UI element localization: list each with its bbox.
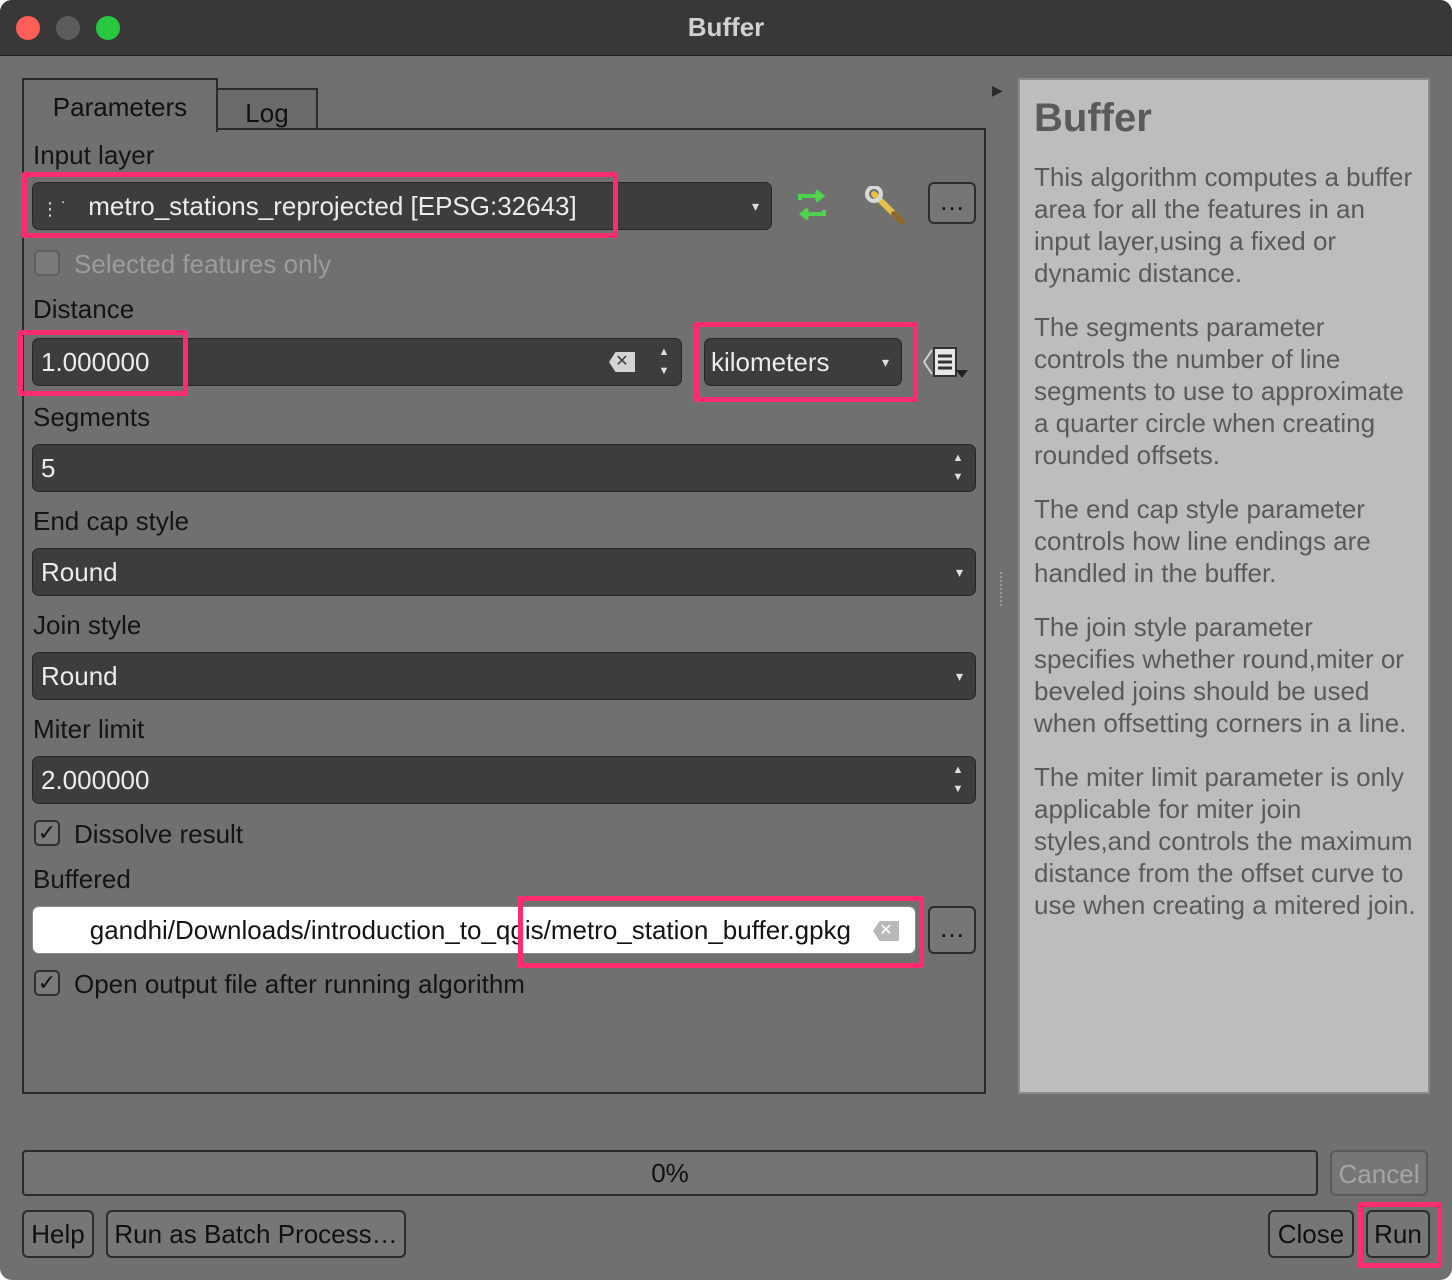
buffered-label: Buffered xyxy=(33,864,131,894)
cancel-button[interactable]: Cancel xyxy=(1330,1150,1428,1196)
help-paragraph: The join style parameter specifies wheth… xyxy=(1034,612,1407,738)
selected-features-checkbox[interactable] xyxy=(34,250,60,276)
distance-input[interactable]: 1.000000 ✕ ▲ ▼ xyxy=(32,338,682,386)
distance-value: 1.000000 xyxy=(41,347,150,377)
window-title: Buffer xyxy=(687,12,765,42)
title-bar: Buffer xyxy=(0,0,1452,56)
input-layer-value: metro_stations_reprojected [EPSG:32643] xyxy=(88,191,577,221)
chevron-down-icon: ▾ xyxy=(955,668,963,684)
join-style-select[interactable]: Round ▾ xyxy=(32,652,976,700)
end-cap-style-select[interactable]: Round ▾ xyxy=(32,548,976,596)
segments-spinner[interactable]: ▲ ▼ xyxy=(951,449,965,487)
help-button[interactable]: Help xyxy=(22,1210,94,1258)
distance-unit-select[interactable]: kilometers ▾ xyxy=(704,338,902,386)
close-button[interactable]: Close xyxy=(1268,1210,1354,1258)
progress-bar: 0% xyxy=(22,1150,1318,1196)
iterate-icon[interactable] xyxy=(792,188,832,224)
segments-value: 5 xyxy=(41,453,56,483)
progress-text: 0% xyxy=(651,1158,689,1188)
input-layer-label: Input layer xyxy=(33,140,155,170)
help-title: Buffer xyxy=(1034,96,1152,140)
segments-input[interactable]: 5 ▲ ▼ xyxy=(32,444,976,492)
miter-limit-value: 2.000000 xyxy=(41,765,150,795)
distance-spinner[interactable]: ▲ ▼ xyxy=(657,343,671,381)
clear-icon[interactable]: ✕ xyxy=(873,921,899,941)
join-style-value: Round xyxy=(41,661,118,691)
miter-limit-spinner[interactable]: ▲ ▼ xyxy=(951,761,965,799)
join-style-label: Join style xyxy=(33,610,142,640)
distance-unit-value: kilometers xyxy=(711,347,830,377)
help-paragraph: This algorithm computes a buffer area fo… xyxy=(1034,162,1413,288)
help-paragraph: The miter limit parameter is only applic… xyxy=(1034,762,1416,920)
miter-limit-input[interactable]: 2.000000 ▲ ▼ xyxy=(32,756,976,804)
open-output-label: Open output file after running algorithm xyxy=(74,969,525,999)
selected-features-label: Selected features only xyxy=(74,249,332,279)
help-paragraph: The segments parameter controls the numb… xyxy=(1034,312,1404,470)
end-cap-style-label: End cap style xyxy=(33,506,190,536)
data-defined-override-icon[interactable] xyxy=(922,346,972,382)
dissolve-label: Dissolve result xyxy=(74,819,244,849)
open-output-checkbox[interactable]: ✓ xyxy=(34,970,60,996)
chevron-down-icon: ▾ xyxy=(955,564,963,580)
run-button[interactable]: Run xyxy=(1366,1210,1430,1258)
input-layer-more-button[interactable]: … xyxy=(928,182,976,224)
end-cap-style-value: Round xyxy=(41,557,118,587)
buffer-dialog: Buffer Parameters Log ▶ Input layer ⋮˙ m… xyxy=(0,0,1452,1280)
clear-icon[interactable]: ✕ xyxy=(609,352,635,372)
wrench-icon[interactable] xyxy=(864,185,908,226)
input-layer-select[interactable]: ⋮˙ metro_stations_reprojected [EPSG:3264… xyxy=(32,182,772,230)
dissolve-checkbox[interactable]: ✓ xyxy=(34,820,60,846)
help-paragraph: The end cap style parameter controls how… xyxy=(1034,494,1371,588)
help-panel: Buffer This algorithm computes a buffer … xyxy=(1018,78,1430,1094)
point-layer-icon: ⋮˙ xyxy=(41,199,69,219)
chevron-down-icon: ▾ xyxy=(881,354,889,370)
run-as-batch-button[interactable]: Run as Batch Process… xyxy=(106,1210,406,1258)
buffered-browse-button[interactable]: … xyxy=(928,906,976,954)
splitter-handle[interactable] xyxy=(1000,572,1006,606)
tab-log[interactable]: Log xyxy=(216,88,318,132)
tab-parameters[interactable]: Parameters xyxy=(22,78,218,132)
distance-label: Distance xyxy=(33,294,135,324)
collapse-help-icon[interactable]: ▶ xyxy=(992,82,1003,99)
buffered-output-input[interactable]: gandhi/Downloads/introduction_to_qgis/me… xyxy=(32,906,916,954)
miter-limit-label: Miter limit xyxy=(33,714,145,744)
segments-label: Segments xyxy=(33,402,151,432)
buffered-output-value: gandhi/Downloads/introduction_to_qgis/me… xyxy=(89,915,851,945)
chevron-down-icon: ▾ xyxy=(751,198,759,214)
